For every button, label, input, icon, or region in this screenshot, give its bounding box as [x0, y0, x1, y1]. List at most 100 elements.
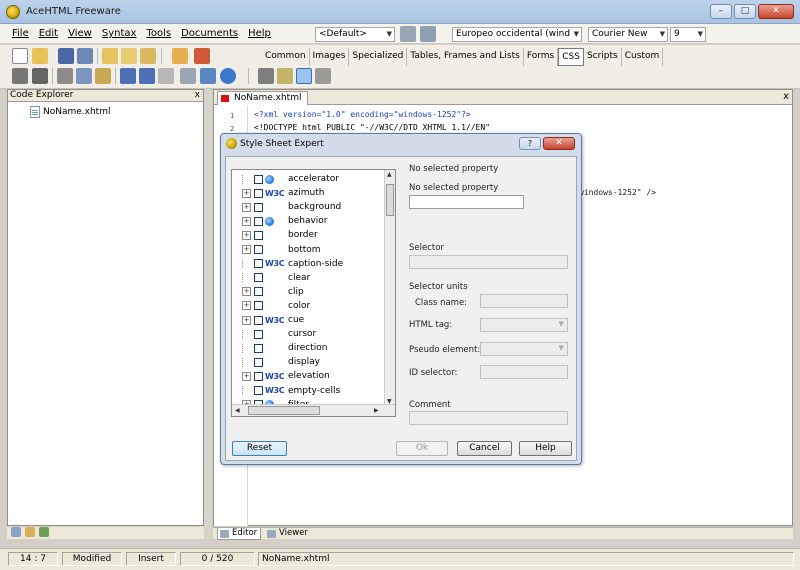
- tab-images[interactable]: Images: [310, 48, 350, 66]
- encoding-combo[interactable]: Europeo occidental (wind ▼: [452, 27, 582, 42]
- browser-preview-icon[interactable]: [220, 68, 236, 84]
- menu-view[interactable]: View: [68, 28, 92, 39]
- code-line[interactable]: <!DOCTYPE html PUBLIC "-//W3C//DTD XHTML…: [254, 123, 490, 132]
- vertical-scrollbar[interactable]: ▲ ▼: [384, 170, 395, 406]
- property-checkbox[interactable]: [254, 230, 263, 240]
- templates-icon[interactable]: [140, 48, 156, 64]
- expand-icon[interactable]: +: [242, 287, 251, 297]
- tab-editor[interactable]: Editor: [217, 528, 262, 540]
- property-row[interactable]: + clip: [232, 285, 387, 299]
- property-checkbox[interactable]: [254, 259, 263, 269]
- property-checkbox[interactable]: [254, 216, 263, 226]
- horizontal-scrollbar[interactable]: ◀ ▶: [232, 404, 395, 416]
- expand-icon[interactable]: +: [242, 245, 251, 254]
- help-icon[interactable]: ?: [519, 137, 541, 150]
- property-checkbox[interactable]: [254, 202, 263, 212]
- options-icon[interactable]: [180, 68, 196, 84]
- edit-icon[interactable]: [172, 48, 188, 64]
- zoom-icon[interactable]: [200, 68, 216, 84]
- property-row[interactable]: clear: [232, 271, 387, 285]
- menu-help[interactable]: Help: [248, 28, 271, 39]
- id-selector-input[interactable]: [480, 365, 568, 379]
- property-checkbox[interactable]: [254, 245, 263, 254]
- project-icon[interactable]: [121, 48, 137, 64]
- tab-common[interactable]: Common: [262, 48, 310, 66]
- property-checkbox[interactable]: [254, 188, 263, 198]
- property-row[interactable]: + W3C azimuth: [232, 186, 387, 200]
- expand-icon[interactable]: +: [242, 301, 251, 311]
- property-row[interactable]: + background: [232, 200, 387, 214]
- tab-custom[interactable]: Custom: [622, 48, 664, 66]
- tab-specialized[interactable]: Specialized: [349, 48, 408, 66]
- font-size-combo[interactable]: 9 ▼: [670, 27, 706, 42]
- code-line[interactable]: <?xml version="1.0" encoding="windows-12…: [254, 110, 471, 119]
- files-tab-icon[interactable]: [25, 527, 35, 537]
- cut-icon[interactable]: [57, 68, 73, 84]
- property-row[interactable]: + W3C elevation: [232, 369, 387, 383]
- scroll-up-icon[interactable]: ▲: [387, 171, 392, 178]
- expand-icon[interactable]: +: [242, 371, 251, 381]
- property-checkbox[interactable]: [254, 371, 263, 381]
- save-all-icon[interactable]: [77, 48, 93, 64]
- expand-icon[interactable]: +: [242, 315, 251, 325]
- document-tab[interactable]: NoName.xhtml: [217, 91, 309, 105]
- property-checkbox[interactable]: [254, 273, 263, 283]
- property-row[interactable]: + W3C cue: [232, 313, 387, 327]
- spellcheck-icon[interactable]: [400, 26, 416, 42]
- menu-edit[interactable]: Edit: [39, 28, 58, 39]
- dialog-title-bar[interactable]: Style Sheet Expert ? ✕: [221, 134, 581, 154]
- reset-button[interactable]: Reset: [232, 441, 287, 456]
- snippets-tab-icon[interactable]: [39, 527, 49, 537]
- stylesheet-icon[interactable]: [258, 68, 274, 84]
- property-row[interactable]: + color: [232, 299, 387, 313]
- open-folder-icon[interactable]: [32, 48, 48, 64]
- close-button[interactable]: ✕: [758, 4, 794, 19]
- close-icon[interactable]: x: [195, 90, 200, 101]
- css-tool-icon[interactable]: [315, 68, 331, 84]
- menu-file[interactable]: File: [12, 28, 29, 39]
- property-row[interactable]: + bottom: [232, 243, 387, 257]
- tree-item-file[interactable]: NoName.xhtml: [30, 106, 110, 118]
- code-explorer-tab-icon[interactable]: [11, 527, 21, 537]
- expand-icon[interactable]: +: [242, 188, 251, 198]
- property-row[interactable]: W3C empty-cells: [232, 384, 387, 398]
- folder-icon[interactable]: [102, 48, 118, 64]
- property-row[interactable]: accelerator: [232, 172, 387, 186]
- scroll-right-icon[interactable]: ▶: [374, 407, 379, 414]
- property-checkbox[interactable]: [254, 301, 263, 311]
- property-row[interactable]: cursor: [232, 327, 387, 341]
- property-row[interactable]: direction: [232, 341, 387, 355]
- expand-icon[interactable]: +: [242, 202, 251, 212]
- copy-icon[interactable]: [76, 68, 92, 84]
- expand-icon[interactable]: +: [242, 230, 251, 240]
- new-file-icon[interactable]: [12, 48, 28, 64]
- maximize-button[interactable]: □: [734, 4, 756, 19]
- property-checkbox[interactable]: [254, 357, 263, 367]
- indent-icon[interactable]: [158, 68, 174, 84]
- style-combo[interactable]: <Default> ▼: [315, 27, 395, 42]
- style-sheet-expert-icon[interactable]: [296, 68, 312, 84]
- class-name-input[interactable]: [480, 294, 568, 308]
- property-checkbox[interactable]: [254, 386, 263, 395]
- scroll-thumb[interactable]: [248, 406, 320, 415]
- comment-field[interactable]: [409, 411, 568, 425]
- save-icon[interactable]: [58, 48, 74, 64]
- font-combo[interactable]: Courier New ▼: [588, 27, 668, 42]
- pseudo-element-select[interactable]: ▼: [480, 342, 568, 356]
- property-value-input[interactable]: [409, 195, 524, 209]
- property-checkbox[interactable]: [254, 287, 263, 297]
- tab-scripts[interactable]: Scripts: [584, 48, 622, 66]
- html-tag-select[interactable]: ▼: [480, 318, 568, 332]
- property-row[interactable]: + border: [232, 228, 387, 242]
- menu-documents[interactable]: Documents: [181, 28, 238, 39]
- tab-viewer[interactable]: Viewer: [265, 528, 311, 540]
- scroll-thumb[interactable]: [386, 184, 394, 216]
- paste-icon[interactable]: [95, 68, 111, 84]
- tab-tables-frames-lists[interactable]: Tables, Frames and Lists: [407, 48, 524, 66]
- property-row[interactable]: W3C caption-side: [232, 257, 387, 271]
- property-checkbox[interactable]: [254, 329, 263, 339]
- property-row[interactable]: display: [232, 355, 387, 369]
- close-icon[interactable]: x: [783, 91, 789, 102]
- code-line-fragment[interactable]: windows-1252" />: [579, 188, 656, 197]
- ok-button[interactable]: Ok: [396, 441, 448, 456]
